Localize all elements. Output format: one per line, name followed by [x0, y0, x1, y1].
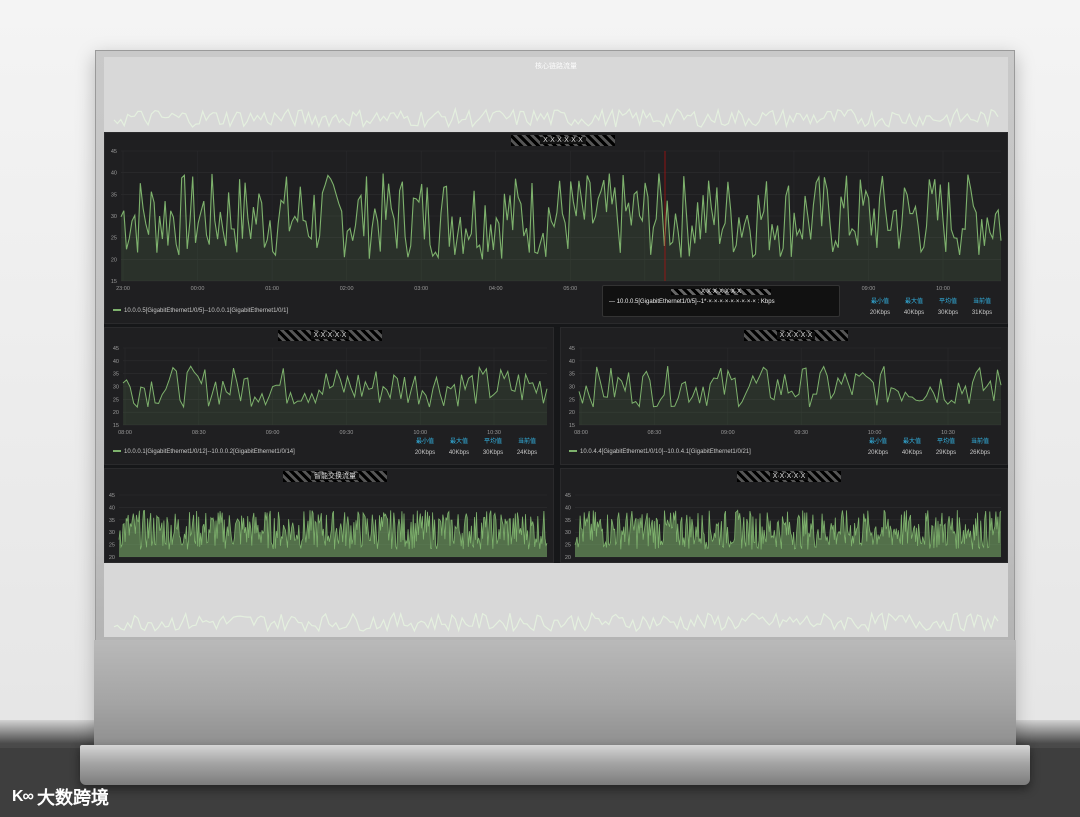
panel-main-legend[interactable]: 10.0.0.5[GigabitEthernet1/0/5]--10.0.0.1…	[113, 308, 288, 314]
y-tick-label: 25	[569, 397, 575, 403]
x-tick-label: 09:00	[721, 430, 735, 436]
x-tick-label: 09:00	[862, 286, 876, 292]
y-tick-label: 35	[569, 372, 575, 378]
x-tick-label: 03:00	[414, 286, 428, 292]
panel-mid-right-legend[interactable]: 10.0.4.4[GigabitEthernet1/0/10]--10.0.4.…	[569, 449, 751, 455]
panel-main-stats: 最小值 最大值 平均值 当前值 20Kbps 40Kbps 30Kbps 31Kbps	[869, 299, 993, 316]
y-tick-label: 20	[111, 257, 117, 263]
y-tick-label: 45	[569, 346, 575, 352]
y-tick-label: 40	[109, 505, 115, 511]
y-tick-label: 25	[111, 236, 117, 242]
faded-series-line	[113, 106, 999, 129]
dashboard: X·X·X·X·X·X 15 20 25 30 35 40 45 23:00 00:00 01:0…	[104, 132, 1008, 563]
panel-bottom-left[interactable]: 智能交换流量 20 25 30 35 40 45	[104, 468, 554, 563]
panel-mid-left-stats: 最小值 最大值 平均值 当前值 20Kbps 40Kbps 30Kbps 24Kbps	[414, 439, 538, 456]
series-area	[579, 366, 1001, 425]
y-tick-label: 40	[569, 359, 575, 365]
panel-bottom-right-title: X·X·X·X·X	[737, 471, 841, 482]
y-tick-label: 45	[109, 493, 115, 499]
y-tick-label: 20	[565, 555, 571, 561]
y-tick-label: 30	[113, 385, 119, 391]
x-tick-label: 04:00	[489, 286, 503, 292]
y-tick-label: 35	[113, 372, 119, 378]
brand-logo: K∞ 大数跨境	[12, 784, 109, 810]
y-tick-label: 20	[569, 410, 575, 416]
x-tick-label: 08:00	[574, 430, 588, 436]
y-tick-label: 40	[565, 505, 571, 511]
y-tick-label: 40	[113, 359, 119, 365]
y-tick-label: 20	[113, 410, 119, 416]
monitor-screen: 核心链路流量 X·X·X·X·X·X 15 20 25 30 35 40 45 23:00 00…	[104, 57, 1008, 637]
y-tick-label: 25	[109, 543, 115, 549]
tooltip-title: X·X·X·X·X·X·X	[671, 289, 771, 295]
y-tick-label: 30	[569, 385, 575, 391]
y-tick-label: 35	[109, 518, 115, 524]
mid-right-line-chart[interactable]: 1520253035404508:00 08:30 09:00 09:30 10:00 1…	[561, 342, 1007, 437]
y-tick-label: 35	[565, 518, 571, 524]
y-tick-label: 20	[109, 555, 115, 561]
faded-series-line	[113, 611, 999, 633]
brand-name: 大数跨境	[36, 788, 109, 808]
y-tick-label: 25	[565, 543, 571, 549]
brand-mark-icon: K∞	[12, 788, 34, 805]
x-tick-label: 10:00	[936, 286, 950, 292]
panel-main[interactable]: X·X·X·X·X·X 15 20 25 30 35 40 45 23:00 00:00 01:0…	[104, 132, 1008, 324]
y-tick-label: 15	[569, 423, 575, 429]
faded-top-section: 核心链路流量	[104, 57, 1008, 132]
y-tick-label: 40	[111, 171, 117, 177]
panel-mid-left-title: X·X·X·X·X	[278, 330, 382, 341]
y-tick-label: 30	[111, 214, 117, 220]
faded-bottom-section	[104, 563, 1008, 637]
x-tick-label: 00:00	[191, 286, 205, 292]
x-tick-label: 02:00	[340, 286, 354, 292]
chart-tooltip: X·X·X·X·X·X·X — 10.0.0.5[GigabitEthernet…	[602, 285, 840, 317]
mid-left-line-chart[interactable]: 1520253035404508:00 08:30 09:00 09:30 10:00 1…	[105, 342, 553, 437]
y-tick-label: 25	[113, 397, 119, 403]
x-tick-label: 08:30	[192, 430, 206, 436]
panel-bottom-left-title: 智能交换流量	[283, 471, 387, 482]
x-tick-label: 09:00	[266, 430, 280, 436]
bottom-right-area-chart[interactable]: 20 25 30 35 40 45	[561, 485, 1007, 563]
y-tick-label: 35	[111, 192, 117, 198]
panel-mid-left[interactable]: X·X·X·X·X 15 20 25 30 35 40 45 08:00 08:30 09:00 0…	[104, 327, 554, 465]
bottom-left-area-chart[interactable]: 20 25 30 35 40 45	[105, 485, 553, 563]
x-tick-label: 09:30	[794, 430, 808, 436]
panel-mid-right-title: X·X·X·X·X	[744, 330, 848, 341]
x-tick-label: 08:00	[118, 430, 132, 436]
series-area	[121, 173, 1001, 281]
panel-mid-left-legend[interactable]: 10.0.0.1[GigabitEthernet1/0/12]--10.0.0.…	[113, 449, 295, 455]
y-tick-label: 30	[109, 530, 115, 536]
tooltip-series-row: — 10.0.0.5[GigabitEthernet1/0/5]--1*·×·×…	[609, 299, 775, 305]
y-tick-label: 15	[113, 423, 119, 429]
monitor-lower-body	[94, 640, 1016, 746]
dashboard-title: 核心链路流量	[535, 63, 577, 70]
x-tick-label: 05:00	[563, 286, 577, 292]
y-tick-label: 15	[111, 279, 117, 285]
monitor-base	[80, 745, 1030, 785]
faded-bottom-chart	[113, 611, 999, 633]
y-tick-label: 45	[111, 149, 117, 155]
panel-bottom-right[interactable]: X·X·X·X·X 20 25 30 35 40 45	[560, 468, 1008, 563]
y-tick-label: 45	[113, 346, 119, 352]
x-tick-label: 23:00	[116, 286, 130, 292]
x-tick-label: 01:00	[265, 286, 279, 292]
y-tick-label: 30	[565, 530, 571, 536]
y-tick-label: 45	[565, 493, 571, 499]
panel-mid-right[interactable]: X·X·X·X·X 15 20 25 30 35 40 45 08:00 08:30 09:00 0…	[560, 327, 1008, 465]
x-tick-label: 09:30	[340, 430, 354, 436]
x-tick-label: 08:30	[648, 430, 662, 436]
main-line-chart[interactable]: 15 20 25 30 35 40 45 23:00 00:00 01:00 02:00 03:00 0…	[105, 143, 1007, 303]
panel-mid-right-stats: 最小值 最大值 平均值 当前值 20Kbps 40Kbps 29Kbps 26Kbps	[867, 439, 991, 456]
